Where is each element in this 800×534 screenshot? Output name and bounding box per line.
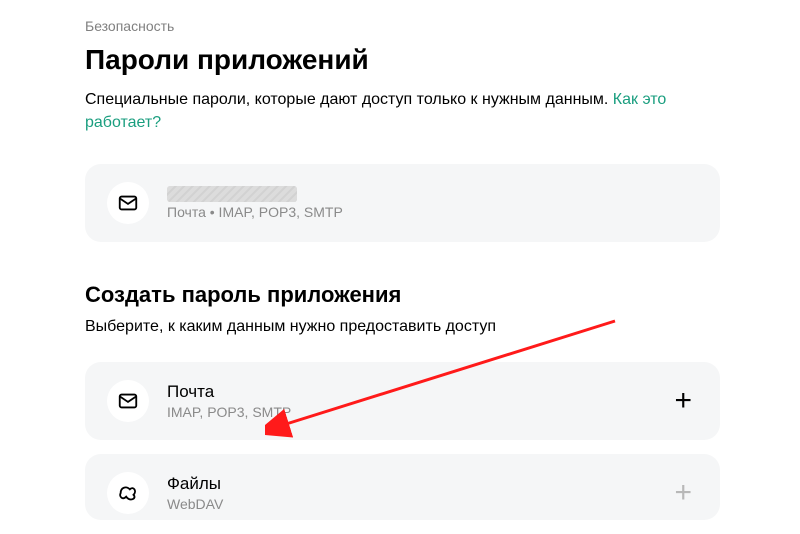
- create-section-title: Создать пароль приложения: [85, 282, 720, 308]
- plus-icon[interactable]: +: [668, 478, 698, 508]
- create-option-files[interactable]: Файлы WebDAV +: [85, 454, 720, 520]
- files-icon: [107, 472, 149, 514]
- page-description: Специальные пароли, которые дают доступ …: [85, 88, 720, 134]
- description-text: Специальные пароли, которые дают доступ …: [85, 91, 613, 108]
- plus-icon[interactable]: +: [668, 386, 698, 416]
- mail-icon: [107, 380, 149, 422]
- breadcrumb[interactable]: Безопасность: [85, 18, 720, 34]
- existing-password-card[interactable]: Почта • IMAP, POP3, SMTP: [85, 164, 720, 242]
- create-option-mail[interactable]: Почта IMAP, POP3, SMTP +: [85, 362, 720, 440]
- option-mail-title: Почта: [167, 382, 650, 402]
- mail-icon: [107, 182, 149, 224]
- option-files-title: Файлы: [167, 474, 650, 494]
- create-section-desc: Выберите, к каким данным нужно предостав…: [85, 318, 720, 336]
- option-mail-subtitle: IMAP, POP3, SMTP: [167, 404, 650, 420]
- existing-password-subtitle: Почта • IMAP, POP3, SMTP: [167, 204, 698, 220]
- option-files-subtitle: WebDAV: [167, 496, 650, 512]
- existing-password-name-redacted: [167, 186, 297, 202]
- page-title: Пароли приложений: [85, 44, 720, 76]
